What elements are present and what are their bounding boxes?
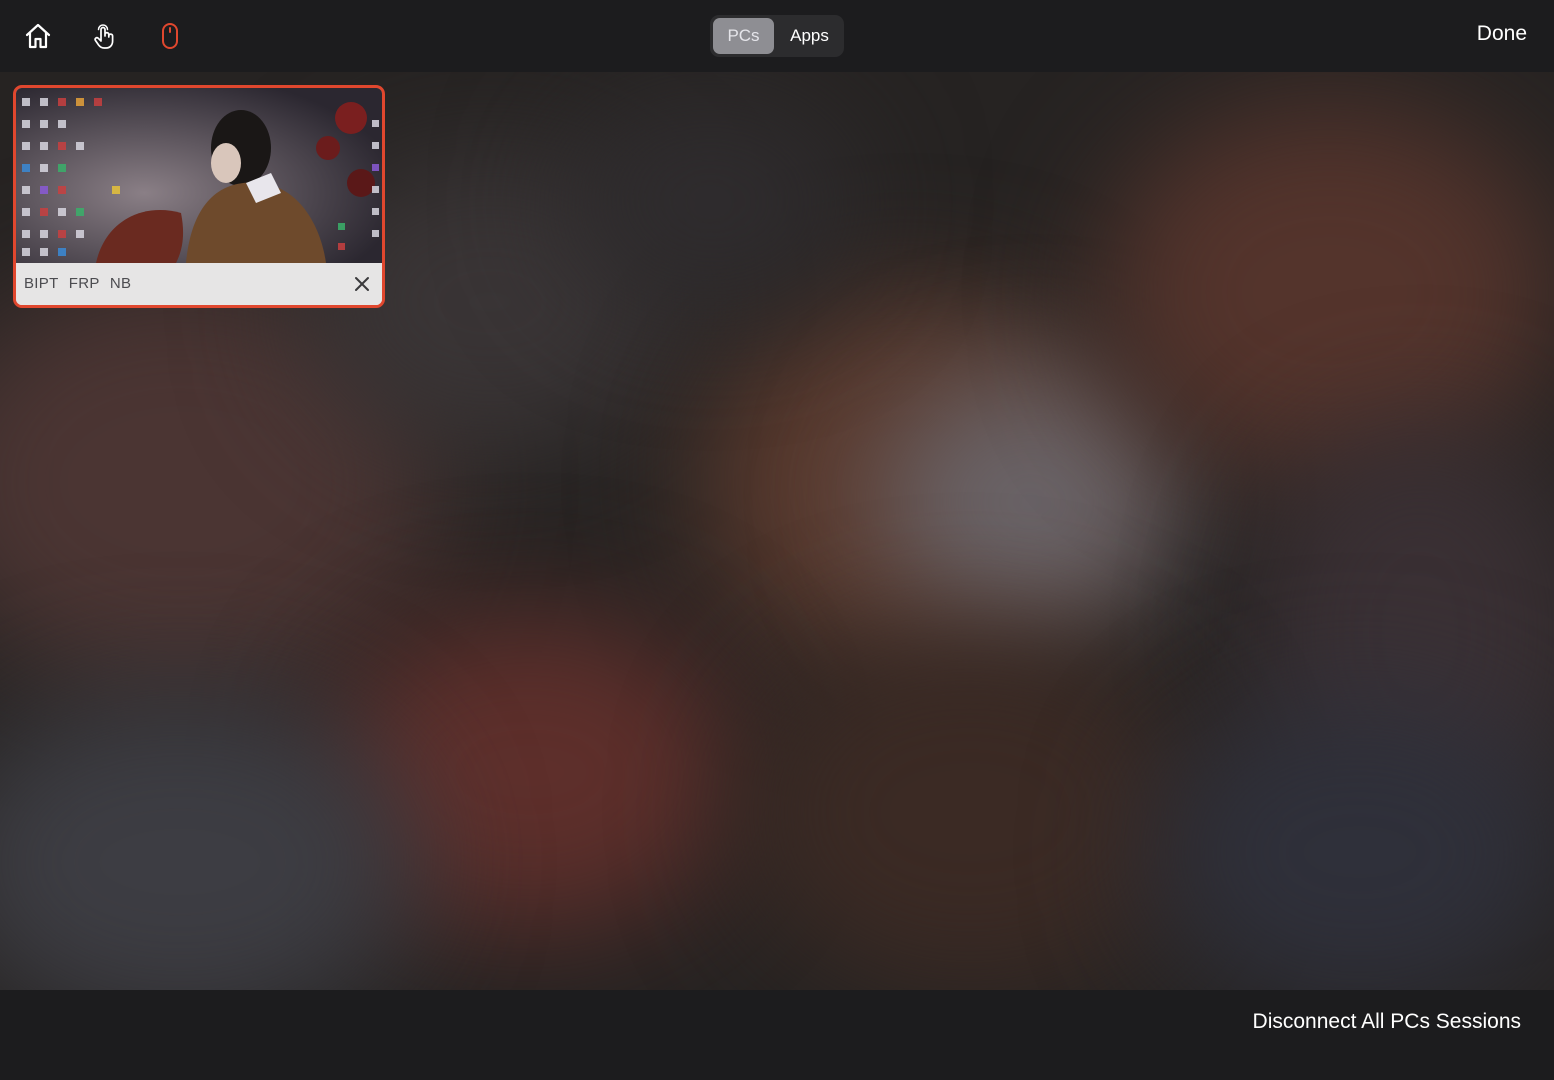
- tab-pcs[interactable]: PCs: [713, 18, 774, 54]
- session-card-footer: BIPT FRP NB: [16, 263, 382, 305]
- pcs-apps-segmented-control: PCs Apps: [710, 15, 844, 57]
- touch-hand-icon: [94, 24, 114, 49]
- mouse-mode-button[interactable]: [152, 18, 188, 54]
- home-icon: [25, 23, 51, 49]
- session-name: BIPT FRP NB: [24, 275, 132, 292]
- touch-mode-button[interactable]: [86, 18, 122, 54]
- tab-apps[interactable]: Apps: [778, 18, 841, 54]
- close-icon: [355, 277, 369, 291]
- session-thumbnail: [16, 88, 382, 263]
- mouse-icon: [162, 23, 178, 49]
- desktop-wallpaper-thumbnail: [16, 88, 382, 263]
- session-card[interactable]: BIPT FRP NB: [13, 85, 385, 308]
- bottom-bar: Disconnect All PCs Sessions: [0, 990, 1554, 1080]
- disconnect-all-button[interactable]: Disconnect All PCs Sessions: [1253, 1010, 1521, 1034]
- close-session-button[interactable]: [350, 272, 374, 296]
- home-button[interactable]: [20, 18, 56, 54]
- remote-desktop-session-switcher: PCs Apps Done BIPT FRP NB Disconnect All…: [0, 0, 1554, 1080]
- top-toolbar: PCs Apps Done: [0, 0, 1554, 72]
- done-button[interactable]: Done: [1477, 22, 1527, 46]
